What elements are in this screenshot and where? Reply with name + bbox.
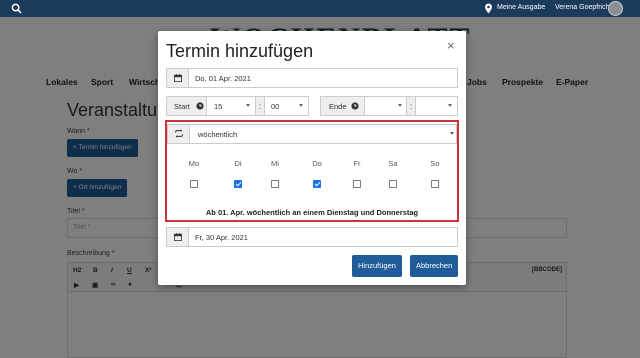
end-minute-select[interactable] [416,97,457,115]
repeat-icon [175,129,183,138]
end-label: Ende [329,102,347,111]
cancel-button[interactable]: Abbrechen [410,255,459,277]
day-label-mi: Mi [271,159,279,168]
day-label-di: Di [234,159,242,168]
end-label-addon: Ende [321,97,365,115]
location-pin-icon[interactable] [484,3,493,14]
day-label-sa: Sa [388,159,398,168]
day-label-fr: Fr [353,159,361,168]
chevron-down-icon [398,104,402,107]
start-label-addon: Start [167,97,207,115]
search-icon[interactable] [11,3,22,14]
add-button[interactable]: Hinzufügen [352,255,402,277]
day-checkbox-do[interactable] [313,180,321,188]
time-separator: : [410,102,413,111]
top-bar: Meine Ausgabe Verena Goepfrich [0,0,640,17]
chevron-down-icon [246,104,250,107]
end-date-value: Fr, 30 Apr. 2021 [195,233,248,242]
start-time-group: Start 15 : 00 [166,96,309,116]
time-separator-addon: : [407,97,416,115]
chevron-down-icon [448,104,452,107]
start-label: Start [174,102,190,111]
day-label-do: Do [312,159,322,168]
close-button[interactable]: × [447,39,455,52]
end-date-field[interactable]: Fr, 30 Apr. 2021 [166,227,458,247]
recurrence-select[interactable]: wöchentlich [167,124,457,144]
recurrence-summary: Ab 01. Apr. wöchentlich an einem Diensta… [205,208,419,217]
avatar[interactable] [608,1,623,16]
repeat-icon-addon [168,125,190,143]
day-label-so: So [430,159,440,168]
start-date-value: Do, 01 Apr. 2021 [195,74,251,83]
termin-modal: Termin hinzufügen × Do, 01 Apr. 2021 Sta… [158,31,466,285]
calendar-icon [167,69,189,87]
start-minute-value: 00 [271,102,280,111]
day-checkbox-sa[interactable] [389,180,397,188]
day-checkbox-di[interactable] [234,180,242,188]
day-label-mo: Mo [188,159,200,168]
time-separator-addon: : [256,97,265,115]
day-checkbox-so[interactable] [431,180,439,188]
day-checkbox-mo[interactable] [190,180,198,188]
user-name[interactable]: Verena Goepfrich [555,4,609,11]
clock-icon [351,102,359,110]
start-minute-select[interactable]: 00 [265,97,308,115]
chevron-down-icon [450,132,454,135]
modal-title: Termin hinzufügen [166,41,314,61]
clock-icon [196,102,204,110]
start-date-field[interactable]: Do, 01 Apr. 2021 [166,68,458,88]
end-hour-select[interactable] [366,97,407,115]
end-time-group: Ende : [320,96,458,116]
time-separator: : [259,102,262,111]
start-hour-select[interactable]: 15 [208,97,256,115]
chevron-down-icon [299,104,303,107]
day-checkbox-mi[interactable] [271,180,279,188]
meine-ausgabe-link[interactable]: Meine Ausgabe [497,4,545,11]
recurrence-value: wöchentlich [198,130,238,139]
day-checkbox-fr[interactable] [353,180,361,188]
start-hour-value: 15 [214,102,223,111]
calendar-icon [167,228,189,246]
